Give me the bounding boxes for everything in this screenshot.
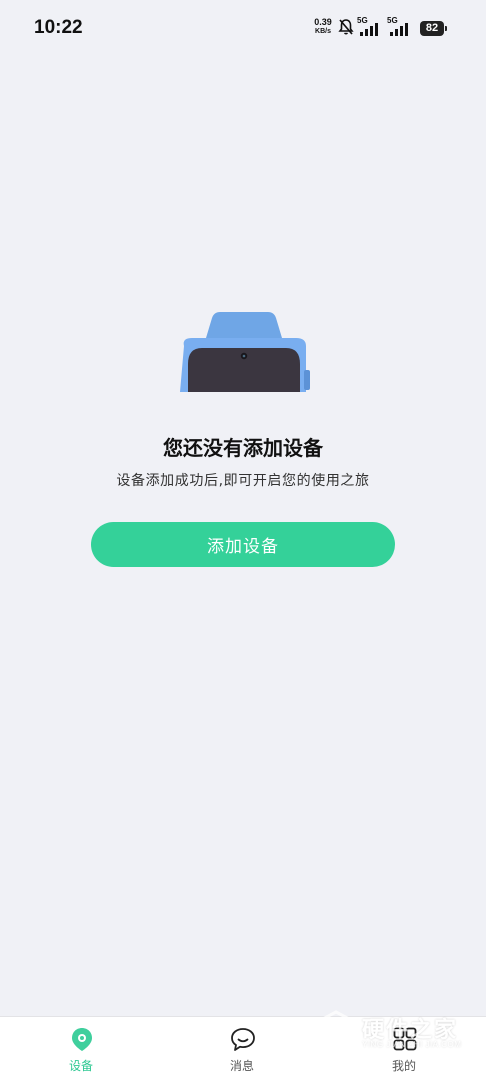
add-device-button[interactable]: 添加设备 <box>91 522 395 567</box>
sim1-signal-icon: 5G <box>357 16 385 38</box>
status-bar: 10:22 0.39 KB/s 5G 5G 82 <box>0 0 486 58</box>
empty-state-subtitle: 设备添加成功后,即可开启您的使用之旅 <box>116 473 370 489</box>
status-time: 10:22 <box>34 17 83 38</box>
nav-item-device[interactable]: 设备 <box>21 1017 141 1080</box>
notification-muted-icon <box>338 19 354 35</box>
sim2-signal-icon: 5G <box>387 16 415 38</box>
nav-label-messages: 消息 <box>229 1059 254 1073</box>
smartwatch-illustration <box>180 312 310 392</box>
screen: 10:22 0.39 KB/s 5G 5G 82 您还没有添加设备 设备添加成功… <box>0 0 486 1080</box>
network-speed-value: 0.39 <box>314 17 332 27</box>
watermark-logo-icon <box>317 1010 355 1053</box>
device-location-icon <box>72 1028 92 1051</box>
nav-item-messages[interactable]: 消息 <box>182 1017 302 1080</box>
battery-icon: 82 <box>420 21 447 36</box>
network-speed-unit: KB/s <box>315 28 331 35</box>
nav-label-device: 设备 <box>68 1059 93 1073</box>
network-speed: 0.39 KB/s <box>311 18 335 36</box>
empty-state-title: 您还没有添加设备 <box>163 436 323 460</box>
chat-bubble-icon <box>231 1028 255 1051</box>
watermark: 硬件之家 YING JIAN ZHI JIA.COM <box>316 1010 476 1054</box>
watermark-sub: YING JIAN ZHI JIA.COM <box>362 1040 462 1049</box>
nav-label-mine: 我的 <box>391 1059 416 1073</box>
